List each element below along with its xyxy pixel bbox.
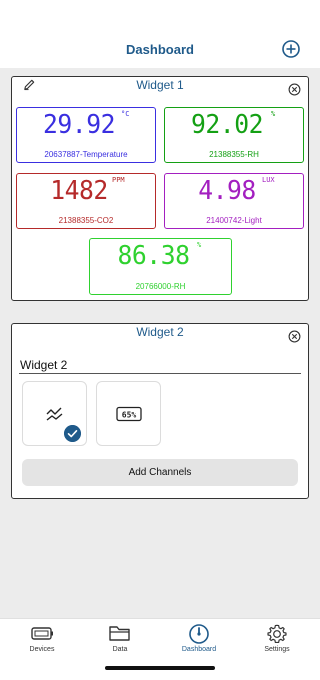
plus-circle-icon[interactable] (281, 39, 301, 59)
widget-title: Widget 2 (136, 325, 184, 339)
sensor-label: 21388355-CO2 (58, 216, 114, 225)
sensor-tile-co2[interactable]: 1482 PPM 21388355-CO2 (16, 173, 156, 229)
widget-name-input[interactable] (19, 357, 301, 374)
folder-icon (109, 626, 130, 641)
tab-bar: Devices Data Dashboard Settings (0, 618, 320, 680)
widget-type-percent-display[interactable]: 65% (96, 381, 161, 446)
page-title: Dashboard (126, 42, 194, 57)
widget-title: Widget 1 (136, 78, 184, 92)
dashboard-content[interactable]: Widget 1 29.92 °C 20637887-Temperature 9… (0, 68, 320, 618)
add-channels-button[interactable]: Add Channels (22, 459, 298, 486)
sensor-tile-light[interactable]: 4.98 LUX 21400742-Light (164, 173, 304, 229)
home-indicator (105, 666, 215, 670)
sensor-unit: °C (121, 110, 130, 118)
tab-settings[interactable]: Settings (237, 619, 317, 680)
widget-card-2: Widget 2 65% Add Channels (11, 323, 309, 499)
sensor-label: 20637887-Temperature (44, 150, 128, 159)
sensor-tile-temperature[interactable]: 29.92 °C 20637887-Temperature (16, 107, 156, 163)
sensor-label: 21388355-RH (209, 150, 259, 159)
sensor-tile-rh-2[interactable]: 86.38 % 20766000-RH (89, 238, 232, 295)
sensor-unit: % (197, 241, 202, 249)
battery-icon (31, 627, 53, 640)
tab-data[interactable]: Data (80, 619, 160, 680)
sensor-unit: PPM (112, 176, 125, 184)
gear-icon (267, 624, 287, 644)
sensor-value: 92.02 (191, 110, 263, 140)
tab-label: Dashboard (181, 646, 217, 653)
close-circle-icon[interactable] (288, 83, 301, 96)
widget-type-line-chart[interactable] (22, 381, 87, 446)
percent-display-icon: 65% (115, 406, 142, 421)
tab-label: Data (112, 646, 128, 653)
sensor-label: 21400742-Light (206, 216, 262, 225)
sensor-label: 20766000-RH (135, 282, 186, 291)
svg-text:65%: 65% (121, 410, 136, 419)
gauge-icon (189, 624, 209, 644)
sensor-value: 86.38 (117, 241, 190, 271)
close-circle-icon[interactable] (288, 330, 301, 343)
tab-label: Settings (264, 646, 290, 653)
sensor-unit: LUX (262, 176, 275, 184)
nav-header: Dashboard (0, 0, 320, 68)
checkmark-icon (64, 425, 81, 442)
line-chart-icon (46, 407, 62, 421)
widget-card-1: Widget 1 29.92 °C 20637887-Temperature 9… (11, 76, 309, 301)
sensor-tile-rh-1[interactable]: 92.02 % 21388355-RH (164, 107, 304, 163)
tab-dashboard[interactable]: Dashboard (159, 619, 239, 680)
tab-label: Devices (29, 646, 55, 653)
sensor-unit: % (271, 110, 276, 118)
tab-devices[interactable]: Devices (2, 619, 82, 680)
